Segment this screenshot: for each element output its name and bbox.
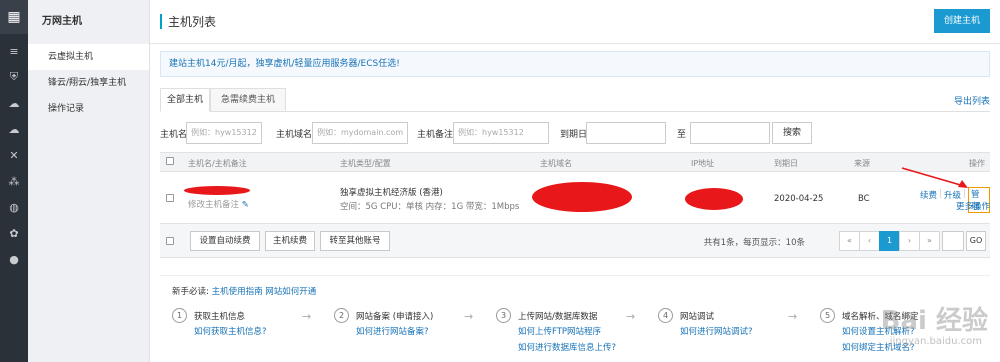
filter-bar: 主机名: 例如：hyw15312 主机域名: 例如：mydomain.com 主… [160,121,990,145]
site-open-link[interactable]: 网站如何开通 [265,287,316,297]
host-config: 空间：5G CPU：单核 内存：1G 带宽：1Mbps [340,202,520,212]
more-actions-link[interactable]: 更多操作 [956,200,990,212]
create-host-button[interactable]: 创建主机 [934,9,990,33]
search-button[interactable]: 搜索 [772,122,812,144]
pencil-icon: ✎ [241,200,249,210]
arrow-icon: → [464,310,474,323]
pagination-info: 共有1条，每页显示：10条 [703,238,805,248]
col-host-type: 主机类型/配置 [340,159,391,168]
source: BC [858,194,870,204]
step-3-link-1[interactable]: 如何上传FTP网站程序 [518,325,601,337]
sub-navigation: 万网主机 云虚拟主机 锋云/翔云/独享主机 操作记录 [28,0,150,362]
export-list-link[interactable]: 导出列表 [954,94,990,107]
col-actions: 操作 [969,159,985,168]
col-expire: 到期日 [774,159,798,168]
step-3-link-2[interactable]: 如何进行数据库信息上传? [518,341,616,353]
host-name-input[interactable]: 例如：hyw15312 [186,122,262,144]
shield-icon[interactable]: ⛨ [0,64,28,90]
expire-end-input[interactable] [690,122,770,144]
last-page-button[interactable]: » [919,231,940,251]
to-label: 至 [677,130,687,140]
network-icon[interactable]: ⁂ [0,168,28,194]
host-renew-button[interactable]: 主机续费 [265,231,315,251]
product-title: 万网主机 [42,16,82,27]
title-accent-bar [160,14,162,29]
beginner-guide: 新手必读: 主机使用指南 网站如何开通 1 获取主机信息 如何获取主机信息? →… [160,275,990,362]
redacted-domain [532,182,632,212]
row-checkbox[interactable] [166,194,174,202]
page-jump-input[interactable] [942,231,964,251]
step-2-link[interactable]: 如何进行网站备案? [356,325,429,337]
host-table: 主机名/主机备注 主机类型/配置 主机域名 IP地址 到期日 来源 操作 修改主… [160,152,990,258]
annotation-arrow-icon [901,167,968,188]
edit-remark-link[interactable]: 修改主机备注 ✎ [188,198,249,210]
arrow-icon: → [302,310,312,323]
list-icon[interactable]: ≡ [0,38,28,64]
col-source: 来源 [854,159,870,168]
step-1-link[interactable]: 如何获取主机信息? [194,325,267,337]
promo-notice[interactable]: 建站主机14元/月起，独享虚机/轻量应用服务器/ECS任选! [160,51,990,77]
page-1-button[interactable]: 1 [879,231,900,251]
circle-icon[interactable]: ● [0,246,28,272]
col-host-name: 主机名/主机备注 [188,159,247,168]
sidebar-item-dedicated-host[interactable]: 锋云/翔云/独享主机 [28,70,149,96]
page-header: 主机列表 创建主机 [150,0,1000,44]
step-4-link[interactable]: 如何进行网站调试? [680,325,753,337]
baidu-watermark-url: jingyan.baidu.com [889,336,982,347]
transfer-account-button[interactable]: 转至其他账号 [320,231,390,251]
tab-all-hosts[interactable]: 全部主机 [160,88,210,112]
col-ip: IP地址 [691,159,715,168]
sidebar-item-cloud-virtual-host[interactable]: 云虚拟主机 [28,44,149,70]
arrow-icon: → [626,310,636,323]
first-page-button[interactable]: « [839,231,860,251]
apps-grid-icon[interactable]: ▦ [0,0,28,34]
table-footer: 设置自动续费 主机续费 转至其他账号 共有1条，每页显示：10条 « ‹ 1 ›… [160,224,990,258]
table-header: 主机名/主机备注 主机类型/配置 主机域名 IP地址 到期日 来源 操作 [160,152,990,172]
arrow-icon: → [788,310,798,323]
sidebar-item-operation-log[interactable]: 操作记录 [28,96,149,122]
host-guide-link[interactable]: 主机使用指南 [212,287,263,297]
domain-label: 主机域名: [276,130,316,140]
guide-header: 新手必读: 主机使用指南 网站如何开通 [172,287,317,297]
cloud-upload-icon[interactable]: ☁ [0,116,28,142]
remark-input[interactable]: 例如：hyw15312 [453,122,549,144]
icon-sidebar: ▦ ≡ ⛨ ☁ ☁ ✕ ⁂ ◍ ✿ ● [0,0,28,362]
baidu-watermark: Bai 经验 [880,306,988,336]
renew-link[interactable]: 续费 [920,189,937,201]
main-content: 主机列表 创建主机 建站主机14元/月起，独享虚机/轻量应用服务器/ECS任选!… [150,0,1000,362]
auto-renew-button[interactable]: 设置自动续费 [190,231,260,251]
expire-date: 2020-04-25 [774,194,824,204]
prev-page-button[interactable]: ‹ [859,231,880,251]
host-tabs: 全部主机 急需续费主机 导出列表 [160,88,990,112]
redacted-ip [685,188,743,210]
domain-input[interactable]: 例如：mydomain.com [312,122,408,144]
table-row: 修改主机备注 ✎ 独享虚拟主机经济版 (香港) 空间：5G CPU：单核 内存：… [160,167,990,224]
cross-icon[interactable]: ✕ [0,142,28,168]
globe-icon[interactable]: ◍ [0,194,28,220]
puzzle-icon[interactable]: ✿ [0,220,28,246]
page-title: 主机列表 [168,15,217,29]
footer-select-checkbox[interactable] [166,237,174,245]
remark-label: 主机备注: [417,130,457,140]
go-button[interactable]: GO [966,231,986,251]
cloud-icon[interactable]: ☁ [0,90,28,116]
col-domain: 主机域名 [540,159,572,168]
tab-renewal-needed[interactable]: 急需续费主机 [210,88,286,112]
redacted-host-name [184,186,250,195]
next-page-button[interactable]: › [899,231,920,251]
pagination: « ‹ 1 › » [839,231,940,251]
select-all-checkbox[interactable] [166,157,174,165]
host-type: 独享虚拟主机经济版 (香港) [340,188,443,198]
expire-start-input[interactable] [586,122,666,144]
